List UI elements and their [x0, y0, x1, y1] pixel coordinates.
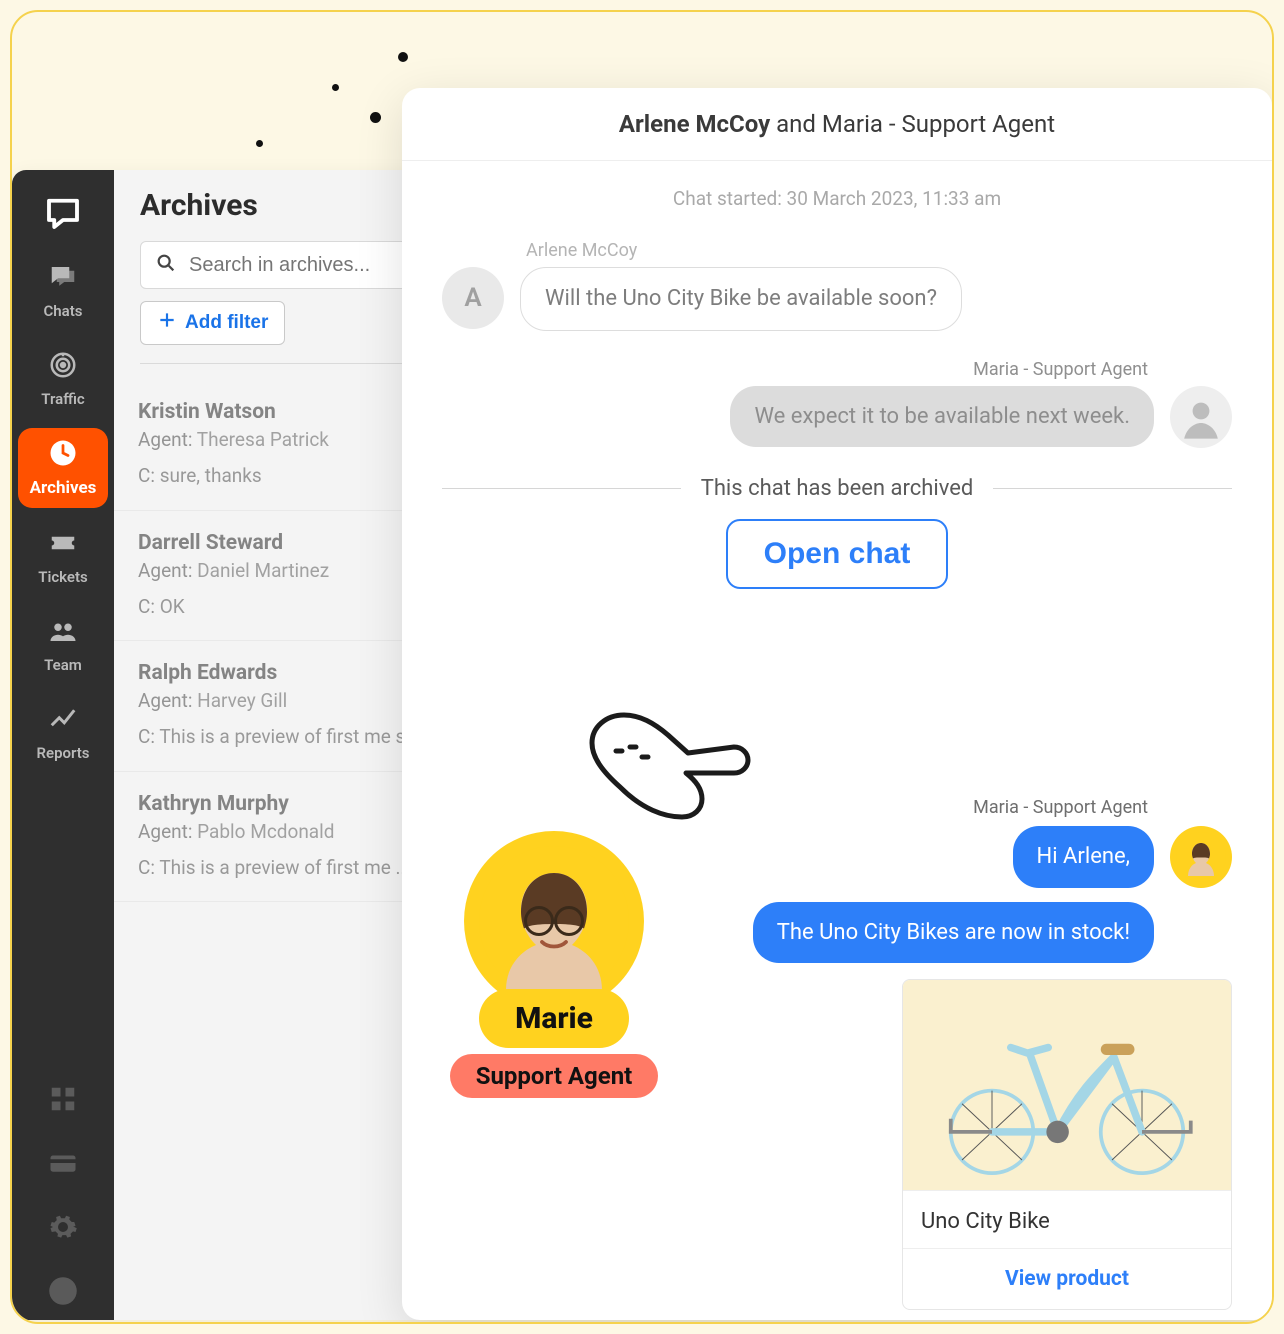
pointing-hand-icon: [584, 707, 754, 841]
product-name: Uno City Bike: [921, 1209, 1213, 1234]
product-image: [903, 980, 1231, 1190]
agent-role-pill: Support Agent: [450, 1054, 659, 1098]
nav-archives[interactable]: Archives: [18, 428, 108, 508]
open-chat-button[interactable]: Open chat: [726, 519, 949, 589]
nav-profile[interactable]: [18, 1266, 108, 1320]
nav-label: Reports: [36, 744, 89, 762]
chat-header: Arlene McCoy and Maria - Support Agent: [402, 88, 1272, 161]
nav-label: Team: [44, 656, 82, 674]
plus-icon: [157, 310, 177, 336]
message-bubble: We expect it to be available next week.: [730, 386, 1154, 448]
agent-avatar: [1170, 386, 1232, 448]
product-card: Uno City Bike View product: [902, 979, 1232, 1310]
ticket-icon: [48, 528, 78, 562]
chat-transcript-panel: Arlene McCoy and Maria - Support Agent C…: [402, 88, 1272, 1320]
app-logo: [34, 184, 92, 242]
sender-label: Maria - Support Agent: [973, 797, 1148, 818]
nav-billing[interactable]: [18, 1138, 108, 1192]
radar-icon: [48, 350, 78, 384]
visitor-avatar: A: [442, 267, 504, 329]
clock-icon: [48, 438, 78, 472]
nav-apps[interactable]: [18, 1074, 108, 1128]
agent-avatar: [1170, 826, 1232, 888]
message-bubble: Will the Uno City Bike be available soon…: [520, 267, 962, 331]
trend-icon: [48, 704, 78, 738]
chat-started-label: Chat started: 30 March 2023, 11:33 am: [442, 187, 1232, 210]
nav-reports[interactable]: Reports: [18, 694, 108, 772]
user-avatar-icon: [48, 1276, 78, 1310]
sender-label: Maria - Support Agent: [442, 359, 1148, 380]
add-filter-button[interactable]: Add filter: [140, 301, 285, 345]
search-icon: [155, 252, 177, 278]
nav-label: Traffic: [41, 390, 84, 408]
chat-header-primary: Arlene McCoy: [619, 110, 770, 138]
grid-icon: [48, 1084, 78, 1118]
agent-photo: [464, 831, 644, 1011]
team-icon: [48, 616, 78, 650]
sender-label: Arlene McCoy: [526, 240, 1232, 261]
message-row-agent: We expect it to be available next week.: [442, 386, 1232, 448]
nav-tickets[interactable]: Tickets: [18, 518, 108, 596]
nav-traffic[interactable]: Traffic: [18, 340, 108, 418]
nav-settings[interactable]: [18, 1202, 108, 1256]
message-row-visitor: A Will the Uno City Bike be available so…: [442, 267, 1232, 331]
archived-label: This chat has been archived: [701, 476, 974, 501]
message-bubble: The Uno City Bikes are now in stock!: [753, 902, 1154, 964]
card-icon: [48, 1148, 78, 1182]
view-product-link[interactable]: View product: [1005, 1267, 1129, 1291]
archived-divider: This chat has been archived: [442, 476, 1232, 501]
sidebar: Chats Traffic Archives Tickets: [12, 170, 114, 1320]
nav-label: Chats: [44, 302, 83, 320]
agent-highlight-card: Marie Support Agent: [424, 831, 684, 1098]
chat-header-rest: and Maria - Support Agent: [770, 110, 1055, 138]
agent-followup-column: Maria - Support Agent Hi Arlene, The Uno…: [732, 797, 1232, 1310]
nav-label: Tickets: [38, 568, 88, 586]
add-filter-label: Add filter: [185, 312, 268, 334]
agent-name-pill: Marie: [479, 989, 629, 1048]
nav-label: Archives: [30, 478, 97, 498]
message-bubble: Hi Arlene,: [1013, 826, 1154, 888]
nav-team[interactable]: Team: [18, 606, 108, 684]
nav-chats[interactable]: Chats: [18, 252, 108, 330]
gear-icon: [48, 1212, 78, 1246]
chats-icon: [48, 262, 78, 296]
